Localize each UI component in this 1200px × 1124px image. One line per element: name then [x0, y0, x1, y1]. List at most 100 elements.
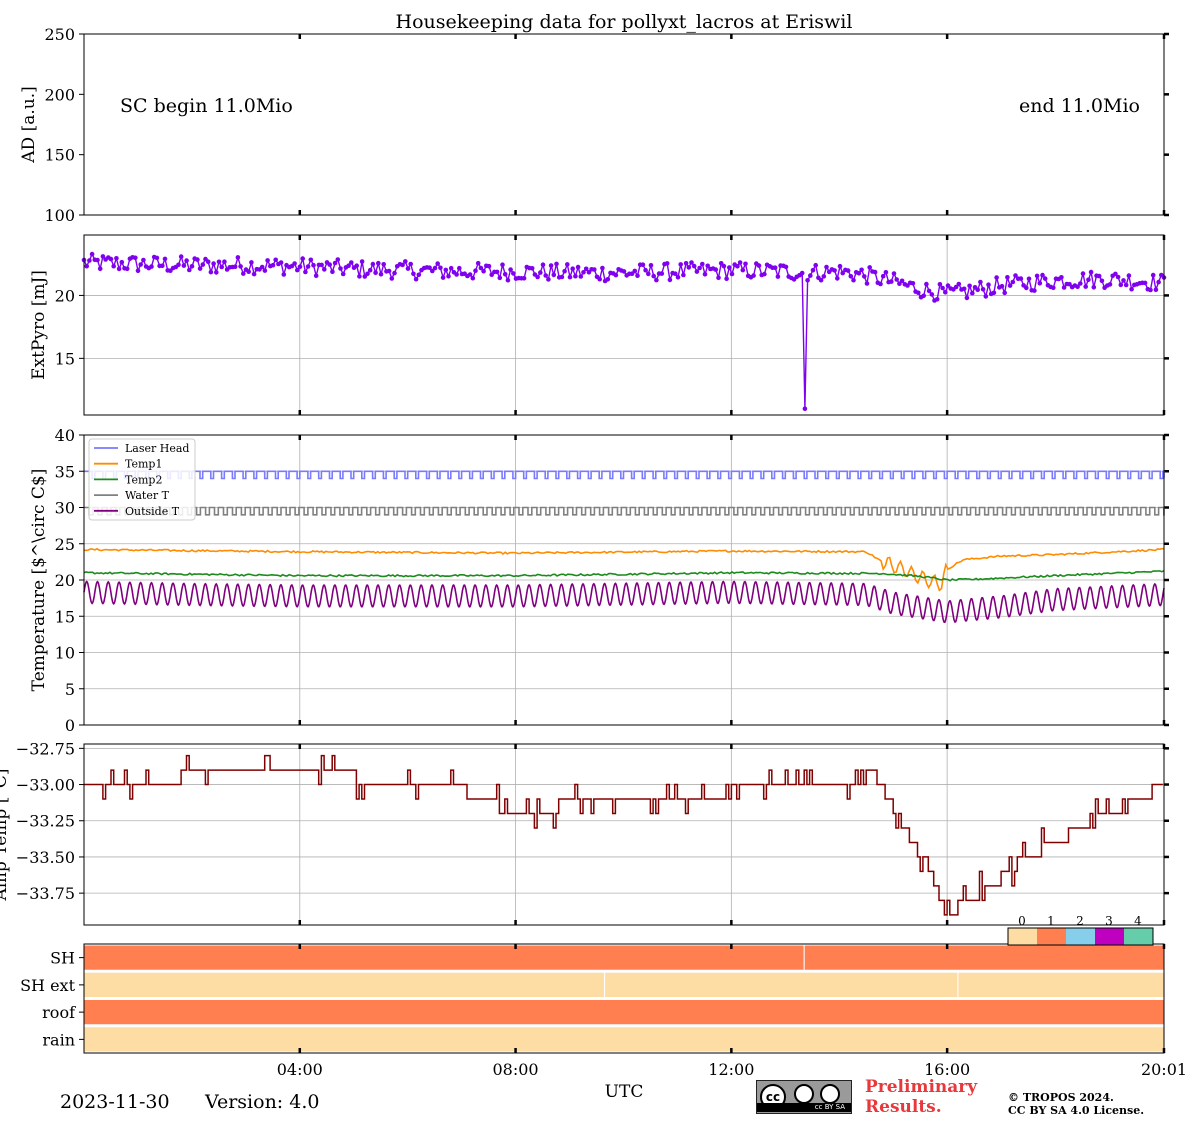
extpyro-point [1121, 278, 1126, 283]
laser-head-series-line [84, 470, 1165, 480]
extpyro-point [249, 260, 254, 265]
extpyro-point [411, 271, 416, 277]
y-tick-label: −33.00 [16, 776, 75, 795]
extpyro-point [189, 264, 195, 269]
extpyro-point [297, 264, 303, 270]
by-icon [794, 1084, 814, 1104]
extpyro-point [116, 266, 122, 272]
extpyro-point [440, 275, 446, 280]
extpyro-point [114, 255, 119, 261]
extpyro-point [756, 263, 762, 268]
extpyro-point [1083, 284, 1088, 289]
legend-entry: Water T [125, 489, 170, 502]
extpyro-point [222, 259, 227, 265]
extpyro-point [821, 274, 827, 279]
extpyro-point [108, 256, 114, 262]
y-tick-label: −32.75 [16, 739, 75, 758]
extpyro-point [124, 266, 130, 272]
extpyro-point [837, 263, 843, 269]
extpyro-point [683, 261, 689, 266]
extpyro-series-line [83, 252, 1165, 409]
extpyro-point [446, 274, 451, 279]
extpyro-point [95, 257, 100, 263]
y-tick-label: 15 [55, 607, 75, 626]
extpyro-point [559, 274, 565, 280]
extpyro-point [991, 290, 997, 296]
x-tick-label: 20:01 [1141, 1060, 1187, 1079]
extpyro-point [1042, 276, 1048, 281]
extpyro-point [1010, 279, 1016, 285]
extpyro-point [664, 261, 670, 266]
status-segment [803, 944, 1165, 971]
extpyro-point [980, 287, 986, 292]
extpyro-point [540, 262, 546, 268]
extpyro-point [270, 262, 276, 268]
extpyro-point [570, 266, 575, 272]
extpyro-point [262, 268, 268, 273]
status-row-label: roof [42, 1003, 76, 1022]
extpyro-point [508, 267, 513, 272]
y-axis-label: ExtPyro [mJ] [29, 270, 49, 380]
extpyro-point [578, 274, 584, 279]
extpyro-point [810, 267, 816, 273]
sc-begin-annotation: SC begin 11.0Mio [120, 95, 293, 117]
extpyro-point [467, 272, 473, 277]
legend-entry: Temp1 [125, 458, 162, 471]
extpyro-point [967, 283, 972, 289]
extpyro-point [378, 272, 384, 277]
y-tick-label: 150 [44, 146, 75, 165]
extpyro-point [181, 263, 187, 268]
extpyro-point [97, 266, 103, 272]
housekeeping-figure: Housekeeping data for pollyxt_lacros at … [0, 11, 1187, 1102]
y-tick-label: 0 [65, 716, 75, 735]
extpyro-point [119, 259, 125, 265]
extpyro-point [438, 265, 443, 271]
extpyro-point [405, 266, 411, 271]
extpyro-point [457, 265, 462, 271]
amp-temp-series-line [84, 754, 1163, 916]
extpyro-point [867, 265, 872, 270]
extpyro-point [1126, 273, 1132, 278]
extpyro-point [251, 271, 257, 277]
extpyro-point [432, 265, 438, 271]
extpyro-point [729, 271, 735, 277]
extpyro-point [735, 264, 740, 269]
extpyro-point [135, 268, 141, 274]
extpyro-point [824, 264, 829, 270]
extpyro-point [654, 277, 659, 283]
license-label: CC BY SA 4.0 License. [1008, 1104, 1145, 1117]
cc-badge-text: cc BY SA [757, 1103, 851, 1112]
cc-license-badge: cc cc BY SA [756, 1080, 852, 1114]
extpyro-point [178, 254, 184, 259]
extpyro-point [241, 271, 246, 276]
x-tick-label: 12:00 [708, 1060, 754, 1079]
extpyro-point [646, 271, 651, 277]
extpyro-point [505, 277, 511, 283]
extpyro-point [737, 260, 743, 265]
extpyro-point [546, 277, 551, 282]
extpyro-point [851, 277, 856, 283]
temp2-series-line [83, 570, 1165, 582]
extpyro-point [340, 271, 346, 277]
extpyro-point [376, 260, 381, 266]
extpyro-point [724, 276, 729, 282]
preliminary-label: Preliminary [865, 1077, 978, 1097]
extpyro-point [548, 263, 554, 268]
extpyro-point [1115, 274, 1121, 280]
extpyro-point [929, 292, 935, 297]
extpyro-point [783, 264, 789, 270]
extpyro-point [470, 275, 476, 281]
legend-entry: Outside T [125, 505, 180, 518]
extpyro-point [799, 270, 805, 276]
extpyro-point [1148, 287, 1153, 293]
extpyro-point [864, 281, 870, 286]
extpyro-point [521, 276, 527, 281]
extpyro-point [675, 275, 681, 280]
colorbar-label: 3 [1105, 914, 1113, 928]
extpyro-point [551, 272, 557, 278]
extpyro-point [632, 268, 638, 274]
results-label: Results. [865, 1097, 942, 1117]
extpyro-point [970, 290, 975, 296]
extpyro-point [308, 257, 314, 263]
status-segment [83, 1026, 1165, 1053]
